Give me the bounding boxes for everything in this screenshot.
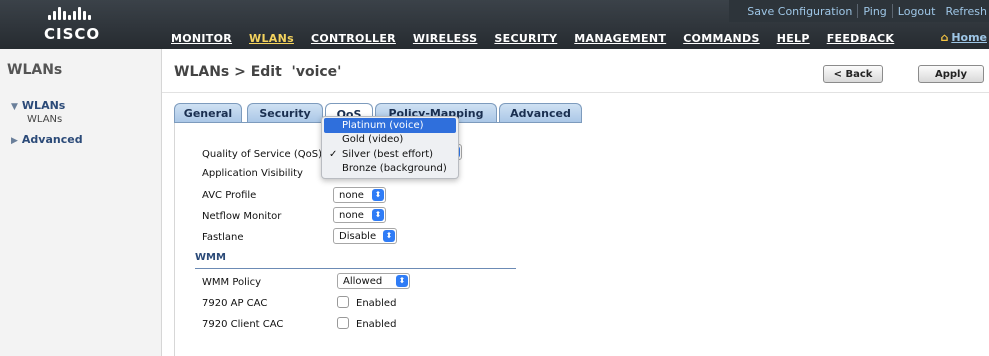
fastlane-value: Disable	[339, 230, 377, 242]
save-configuration-link[interactable]: Save Configuration	[742, 5, 857, 18]
qos-option-label: Gold (video)	[342, 134, 404, 146]
fastlane-select[interactable]: Disable ⬍	[333, 228, 397, 244]
nav-monitor[interactable]: MONITOR	[171, 32, 232, 45]
nav-controller-label: CONTROLLER	[310, 32, 396, 45]
nav-wireless-label: WIRELESS	[412, 32, 478, 45]
save-configuration-label: Save Configuration	[747, 4, 853, 18]
select-arrow-icon: ⬍	[396, 275, 408, 287]
logo-text: cisco	[44, 25, 101, 43]
qos-option-bronze[interactable]: Bronze (background)	[322, 162, 458, 177]
netflow-monitor-label: Netflow Monitor	[202, 211, 282, 222]
sidebar-group-label: WLANs	[21, 99, 66, 112]
wmm-policy-value: Allowed	[343, 275, 383, 287]
page-title: WLANs > Edit 'voice'	[174, 64, 342, 80]
select-arrow-icon: ⬍	[372, 189, 384, 201]
qos-label: Quality of Service (QoS)	[202, 149, 323, 160]
fastlane-label: Fastlane	[202, 232, 244, 243]
netflow-monitor-select[interactable]: none ⬍	[333, 207, 386, 223]
utility-links: Save Configuration Ping Logout Refresh	[742, 0, 989, 22]
home-link[interactable]: ⌂ Home	[940, 31, 987, 44]
triangle-right-icon: ▶	[11, 136, 18, 146]
nav-management-label: MANAGEMENT	[574, 32, 667, 45]
tab-general[interactable]: General	[174, 103, 242, 123]
select-arrow-icon: ⬍	[383, 230, 395, 242]
avc-profile-label: AVC Profile	[202, 190, 257, 201]
divider	[195, 268, 516, 269]
cisco-logo: cisco	[0, 0, 160, 49]
wmm-policy-label: WMM Policy	[202, 277, 262, 288]
sidebar: WLANs ▼ WLANs WLANs ▶ Advanced	[0, 49, 162, 356]
nav-management[interactable]: MANAGEMENT	[574, 32, 666, 45]
wmm-policy-select[interactable]: Allowed ⬍	[337, 273, 410, 289]
qos-option-label: Platinum (voice)	[342, 119, 424, 131]
select-arrow-icon: ⬍	[372, 209, 384, 221]
refresh-label: Refresh	[945, 4, 987, 18]
nav-wireless[interactable]: WIRELESS	[413, 32, 477, 45]
wmm-section-heading: WMM	[195, 252, 226, 263]
netflow-monitor-value: none	[339, 209, 364, 221]
sidebar-title: WLANs	[7, 62, 63, 78]
main-nav: MONITOR WLANs CONTROLLER WIRELESS SECURI…	[171, 32, 911, 45]
logout-label: Logout	[897, 4, 936, 18]
nav-commands[interactable]: COMMANDS	[683, 32, 760, 45]
nav-security-label: SECURITY	[494, 32, 558, 45]
apply-button[interactable]: Apply	[918, 65, 984, 83]
qos-option-gold[interactable]: Gold (video)	[322, 133, 458, 148]
home-label: Home	[951, 31, 987, 44]
app-visibility-label: Application Visibility	[202, 168, 303, 179]
avc-profile-value: none	[339, 189, 364, 201]
ap-cac-label: 7920 AP CAC	[202, 298, 268, 309]
top-banner: cisco Save Configuration Ping Logout Ref…	[0, 0, 989, 49]
refresh-link[interactable]: Refresh	[940, 5, 989, 18]
cisco-bars-icon	[48, 7, 91, 20]
logout-link[interactable]: Logout	[893, 5, 941, 18]
nav-help-label: HELP	[776, 32, 810, 45]
nav-wlans-label: WLANs	[249, 32, 294, 45]
qos-option-silver[interactable]: ✓ Silver (best effort)	[322, 147, 458, 162]
nav-controller[interactable]: CONTROLLER	[311, 32, 396, 45]
client-cac-label: 7920 Client CAC	[202, 319, 284, 330]
tab-advanced[interactable]: Advanced	[499, 103, 582, 123]
sidebar-item-wlans-group[interactable]: ▼ WLANs	[11, 99, 65, 112]
qos-option-label: Bronze (background)	[342, 163, 447, 175]
qos-option-platinum[interactable]: Platinum (voice)	[324, 118, 456, 133]
nav-wlans[interactable]: WLANs	[249, 32, 294, 45]
nav-monitor-label: MONITOR	[171, 32, 233, 45]
ap-cac-enabled-label: Enabled	[356, 298, 397, 309]
nav-commands-label: COMMANDS	[683, 32, 760, 45]
home-icon: ⌂	[940, 31, 949, 44]
tab-security[interactable]: Security	[247, 103, 323, 123]
nav-security[interactable]: SECURITY	[494, 32, 557, 45]
nav-feedback-label: FEEDBACK	[826, 32, 895, 45]
sidebar-item-wlans[interactable]: WLANs	[27, 114, 62, 125]
client-cac-checkbox[interactable]	[337, 317, 349, 329]
avc-profile-select[interactable]: none ⬍	[333, 187, 386, 203]
sidebar-item-advanced[interactable]: ▶ Advanced	[11, 133, 83, 146]
ping-link[interactable]: Ping	[858, 5, 891, 18]
nav-help[interactable]: HELP	[777, 32, 810, 45]
qos-dropdown-menu: Platinum (voice) Gold (video) ✓ Silver (b…	[321, 116, 459, 179]
client-cac-enabled-label: Enabled	[356, 319, 397, 330]
qos-option-label: Silver (best effort)	[342, 148, 434, 160]
divider	[162, 92, 989, 93]
back-button[interactable]: < Back	[823, 65, 883, 83]
triangle-down-icon: ▼	[11, 102, 18, 112]
nav-feedback[interactable]: FEEDBACK	[827, 32, 895, 45]
ap-cac-checkbox[interactable]	[337, 296, 349, 308]
checkmark-icon: ✓	[329, 148, 338, 160]
sidebar-advanced-label: Advanced	[21, 133, 83, 146]
ping-label: Ping	[863, 4, 887, 18]
